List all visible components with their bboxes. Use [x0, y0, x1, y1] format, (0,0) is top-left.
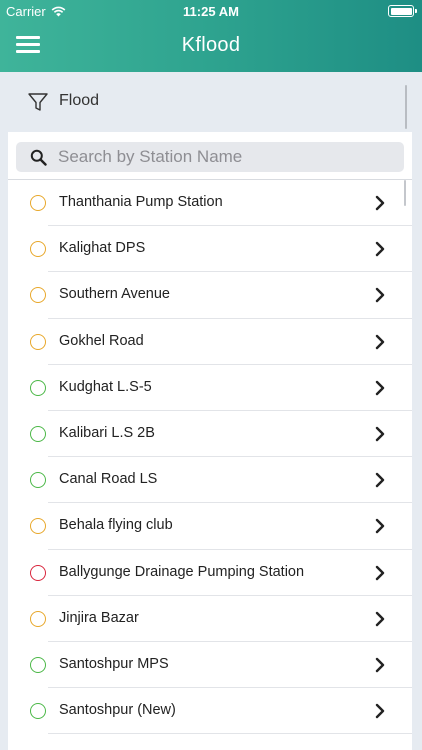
chevron-right-icon — [375, 195, 385, 211]
status-indicator-normal — [30, 656, 46, 673]
status-indicator-normal — [30, 425, 46, 442]
status-indicator-normal — [30, 703, 46, 720]
status-time: 11:25 AM — [183, 4, 239, 19]
list-item[interactable]: Kalibari L.S 2B — [8, 411, 412, 458]
page-scrollbar[interactable] — [405, 85, 407, 129]
station-list-card: Thanthania Pump Station Kalighat DPS South… — [8, 132, 412, 750]
battery-icon — [388, 5, 417, 17]
station-name: Kudghat L.S-5 — [59, 378, 152, 395]
status-indicator-normal — [30, 472, 46, 489]
chevron-right-icon — [375, 380, 385, 395]
filter-label: Flood — [59, 92, 100, 109]
filter-button[interactable]: Flood — [0, 72, 422, 132]
list-item[interactable]: Kudghat L.S-5 — [8, 365, 412, 412]
funnel-icon — [28, 93, 48, 111]
list-item[interactable]: Canal Road LS — [8, 457, 412, 504]
search-input[interactable] — [58, 142, 398, 172]
status-indicator-danger — [30, 564, 46, 581]
status-bar: Carrier 11:25 AM — [0, 0, 422, 22]
app-header: Carrier 11:25 AM Kflood — [0, 0, 422, 72]
chevron-right-icon — [375, 565, 385, 580]
chevron-right-icon — [375, 657, 385, 673]
status-indicator-warning — [30, 241, 46, 258]
status-indicator-warning — [30, 195, 46, 211]
chevron-right-icon — [375, 472, 385, 488]
list-item[interactable]: Santoshpur (New) — [8, 688, 412, 735]
search-bar — [8, 132, 412, 180]
station-name: Canal Road LS — [59, 471, 158, 488]
list-item[interactable]: Kalighat DPS — [8, 226, 412, 273]
station-name: Thanthania Pump Station — [59, 194, 223, 210]
station-list: Thanthania Pump Station Kalighat DPS South… — [8, 180, 412, 735]
station-name: Santoshpur MPS — [59, 655, 169, 672]
chevron-right-icon — [375, 288, 385, 303]
station-name: Kalighat DPS — [59, 240, 146, 257]
list-item[interactable]: Ballygunge Drainage Pumping Station — [8, 550, 412, 596]
status-indicator-normal — [30, 379, 46, 396]
list-item[interactable]: Thanthania Pump Station — [8, 180, 412, 227]
station-name: Kalibari L.S 2B — [59, 424, 155, 441]
list-item[interactable]: Behala flying club — [8, 503, 412, 550]
status-indicator-warning — [30, 610, 46, 627]
status-indicator-warning — [30, 518, 46, 535]
list-item[interactable]: Jinjira Bazar — [8, 596, 412, 643]
station-name: Jinjira Bazar — [59, 609, 139, 626]
page-title: Kflood — [181, 34, 241, 56]
search-box[interactable] — [16, 142, 404, 172]
chevron-right-icon — [375, 426, 385, 442]
station-name: Southern Avenue — [59, 286, 170, 303]
list-item[interactable]: Southern Avenue — [8, 272, 412, 319]
chevron-right-icon — [375, 241, 385, 257]
navigation-bar: Kflood — [0, 22, 422, 72]
station-name: Ballygunge Drainage Pumping Station — [59, 563, 305, 580]
chevron-right-icon — [375, 519, 385, 534]
status-indicator-warning — [30, 333, 46, 350]
station-name: Gokhel Road — [59, 332, 144, 349]
chevron-right-icon — [375, 334, 385, 349]
list-item[interactable]: Gokhel Road — [8, 319, 412, 365]
station-name: Santoshpur (New) — [59, 702, 176, 719]
status-indicator-warning — [30, 287, 46, 304]
search-icon — [30, 149, 47, 166]
chevron-right-icon — [375, 611, 385, 626]
chevron-right-icon — [375, 703, 385, 719]
station-name: Behala flying club — [59, 517, 173, 534]
list-item[interactable]: Santoshpur MPS — [8, 642, 412, 689]
